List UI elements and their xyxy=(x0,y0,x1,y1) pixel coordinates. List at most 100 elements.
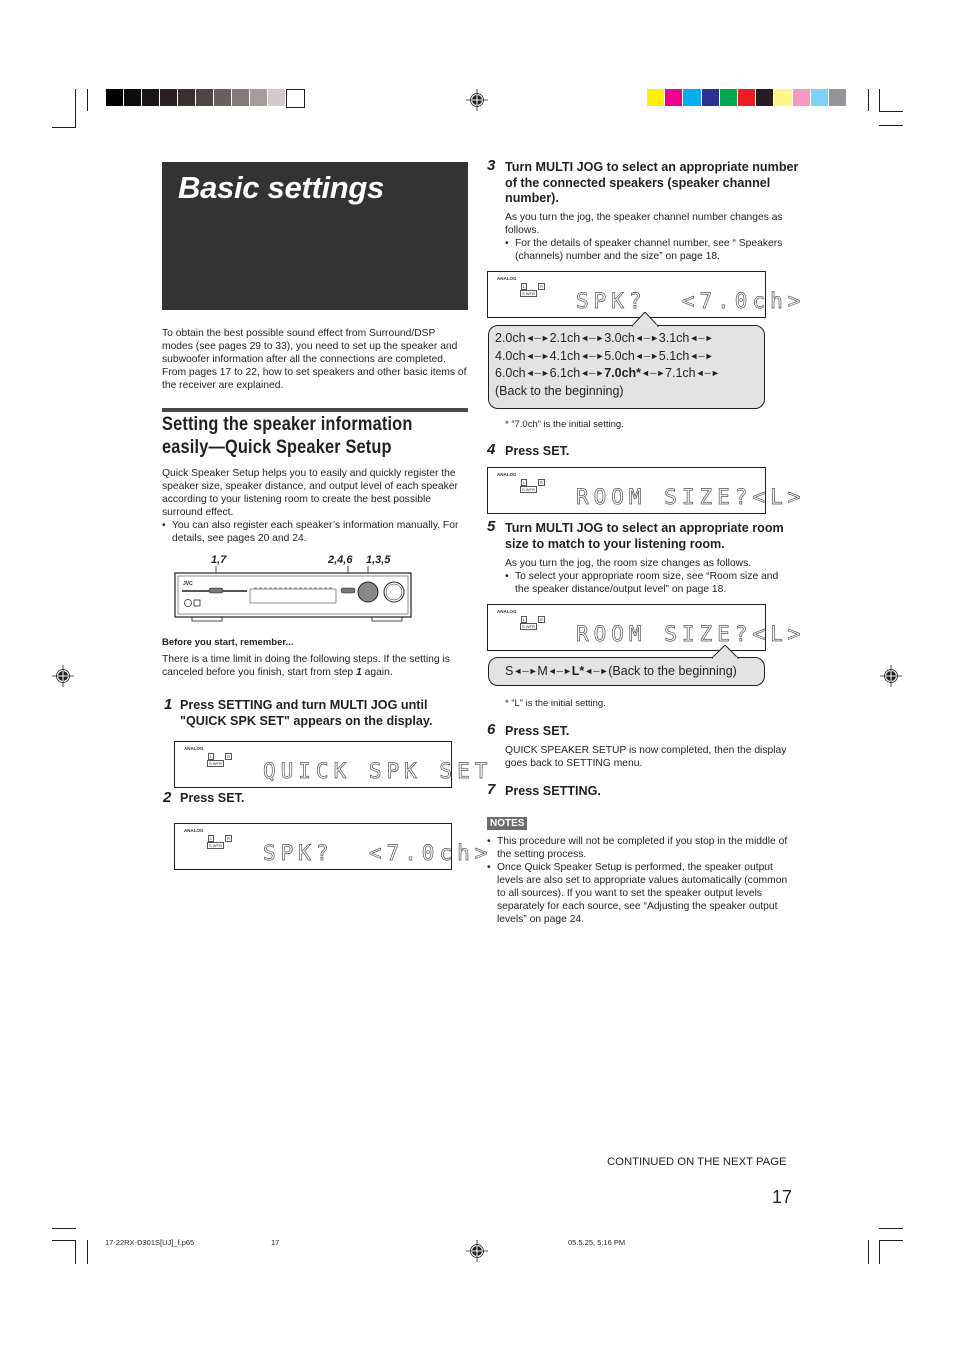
step-body: As you turn the jog, the speaker channel… xyxy=(505,211,795,263)
bidirectional-arrow-icon: ◄─► xyxy=(641,368,666,379)
step-body-text: As you turn the jog, the room size chang… xyxy=(505,558,752,569)
color-swatch xyxy=(214,89,231,106)
color-swatch xyxy=(756,89,774,106)
lcd-display: ANALOG L R S.WFR QUICK SPK SET xyxy=(174,741,488,788)
right-channel-indicator: R xyxy=(225,835,232,842)
step-bullet: For the details of speaker channel numbe… xyxy=(505,237,795,263)
channel-options-row: 4.0ch◄─►4.1ch◄─►5.0ch◄─►5.1ch◄─► xyxy=(495,348,764,366)
section-title-line: Setting the speaker information xyxy=(162,414,413,435)
left-channel-indicator: L xyxy=(208,753,215,760)
registration-mark-icon xyxy=(880,665,902,687)
crop-mark xyxy=(52,1240,76,1241)
color-swatch xyxy=(810,89,828,106)
file-name: 17-22RX-D301S[UJ]_f.p65 xyxy=(105,1238,195,1247)
step-heading: Turn MULTI JOG to select an appropriate … xyxy=(505,160,799,205)
bidirectional-arrow-icon: ◄─► xyxy=(525,368,550,379)
display-text: SPK? <7.0ch> xyxy=(576,289,806,314)
section-title-line: easily—Quick Speaker Setup xyxy=(162,437,392,458)
room-size-options-callout: S◄─►M◄─►L*◄─►(Back to the beginning) xyxy=(488,657,765,686)
bidirectional-arrow-icon: ◄─► xyxy=(689,333,714,343)
right-channel-indicator: R xyxy=(538,479,545,486)
bidirectional-arrow-icon: ◄─► xyxy=(580,333,605,343)
display-text: SPK? <7.0ch> xyxy=(263,841,493,866)
channel-option: 7.1ch xyxy=(665,366,696,381)
analog-indicator: ANALOG xyxy=(497,472,517,477)
channel-options-callout: 2.0ch◄─►2.1ch◄─►3.0ch◄─►3.1ch◄─► 4.0ch◄─►… xyxy=(488,325,765,409)
before-start-heading: Before you start, remember... xyxy=(162,637,294,648)
bidirectional-arrow-icon: ◄─► xyxy=(695,368,720,379)
color-swatch xyxy=(232,89,249,106)
step-bullet: To select your appropriate room size, se… xyxy=(505,570,795,596)
display-text: QUICK SPK SET xyxy=(263,759,493,784)
step-body-text: QUICK SPEAKER SETUP is now completed, th… xyxy=(505,745,787,769)
step-number: 3 xyxy=(487,157,496,174)
notes-list: This procedure will not be completed if … xyxy=(487,835,795,926)
channel-option: 7.0ch* xyxy=(604,366,642,381)
channel-option: 4.0ch xyxy=(495,348,526,363)
room-size-option: M xyxy=(537,664,548,678)
section-title: Setting the speaker information easily—Q… xyxy=(162,413,429,459)
subwoofer-indicator: S.WFR xyxy=(520,290,537,297)
step-number: 7 xyxy=(487,781,496,798)
bidirectional-arrow-icon: ◄─► xyxy=(634,350,659,361)
before-start-text: There is a time limit in doing the follo… xyxy=(162,653,468,679)
channel-option: 3.0ch xyxy=(604,331,635,346)
crop-mark xyxy=(52,127,76,128)
timestamp: 05.5.25, 5:16 PM xyxy=(568,1238,626,1247)
right-channel-indicator: R xyxy=(538,283,545,290)
crop-mark xyxy=(75,1240,76,1264)
channel-option: 5.0ch xyxy=(604,348,635,363)
color-swatch xyxy=(792,89,810,106)
page-number: 17 xyxy=(772,1187,793,1207)
subwoofer-indicator: S.WFR xyxy=(207,842,224,849)
before-start-text-part: again. xyxy=(361,667,393,678)
svg-text:JVC: JVC xyxy=(183,581,193,587)
crop-mark xyxy=(868,89,869,111)
analog-indicator: ANALOG xyxy=(497,276,517,281)
crop-mark xyxy=(879,125,903,126)
room-size-option: S xyxy=(505,664,514,678)
color-swatch xyxy=(142,89,159,106)
step-heading: Press SET. xyxy=(180,791,245,805)
diagram-label: 1,3,5 xyxy=(366,554,391,566)
analog-indicator: ANALOG xyxy=(497,609,517,614)
bidirectional-arrow-icon: ◄─► xyxy=(513,666,538,677)
left-channel-indicator: L xyxy=(521,283,528,290)
note-item: This procedure will not be completed if … xyxy=(487,835,795,861)
right-channel-indicator: R xyxy=(538,616,545,623)
step-number: 2 xyxy=(163,789,172,806)
channel-option: 3.1ch xyxy=(658,331,690,346)
channel-option: 6.0ch xyxy=(495,366,526,381)
left-channel-indicator: L xyxy=(521,616,528,623)
channel-options-row: 6.0ch◄─►6.1ch◄─►7.0ch*◄─►7.1ch◄─► xyxy=(495,365,764,383)
crop-mark xyxy=(868,1240,869,1264)
room-size-option: L* xyxy=(571,664,585,678)
channel-options-list: 2.0ch◄─►2.1ch◄─►3.0ch◄─►3.1ch◄─► 4.0ch◄─►… xyxy=(489,326,764,383)
section-description-text: Quick Speaker Setup helps you to easily … xyxy=(162,468,458,518)
channel-option: 5.1ch xyxy=(658,348,690,363)
note-item: Once Quick Speaker Setup is performed, t… xyxy=(487,861,795,926)
color-swatch xyxy=(683,89,701,106)
color-swatch xyxy=(829,89,847,106)
chapter-title: Basic settings xyxy=(178,170,384,205)
callout-pointer xyxy=(632,312,660,327)
color-swatch xyxy=(160,89,177,106)
color-swatch xyxy=(250,89,267,106)
lcd-display: ANALOG L R S.WFR SPK? <7.0ch> xyxy=(487,271,801,318)
bidirectional-arrow-icon: ◄─► xyxy=(580,350,605,361)
subwoofer-indicator: S.WFR xyxy=(207,760,224,767)
step-heading: Turn MULTI JOG to select an appropriate … xyxy=(505,521,784,551)
section-description: Quick Speaker Setup helps you to easily … xyxy=(162,467,468,545)
receiver-icon: JVC xyxy=(174,566,412,622)
display-text: ROOM SIZE?<L> xyxy=(576,622,806,647)
channel-option: 6.1ch xyxy=(549,366,581,381)
step-heading: Press SETTING. xyxy=(505,784,601,798)
registration-mark-icon xyxy=(466,89,488,111)
color-swatch xyxy=(286,89,305,108)
crop-mark xyxy=(879,89,880,111)
left-channel-indicator: L xyxy=(521,479,528,486)
chapter-title-box: Basic settings xyxy=(162,162,468,310)
options-end-label: (Back to the beginning) xyxy=(608,664,737,678)
step-number: 4 xyxy=(487,441,496,458)
notes-label: NOTES xyxy=(487,817,528,830)
